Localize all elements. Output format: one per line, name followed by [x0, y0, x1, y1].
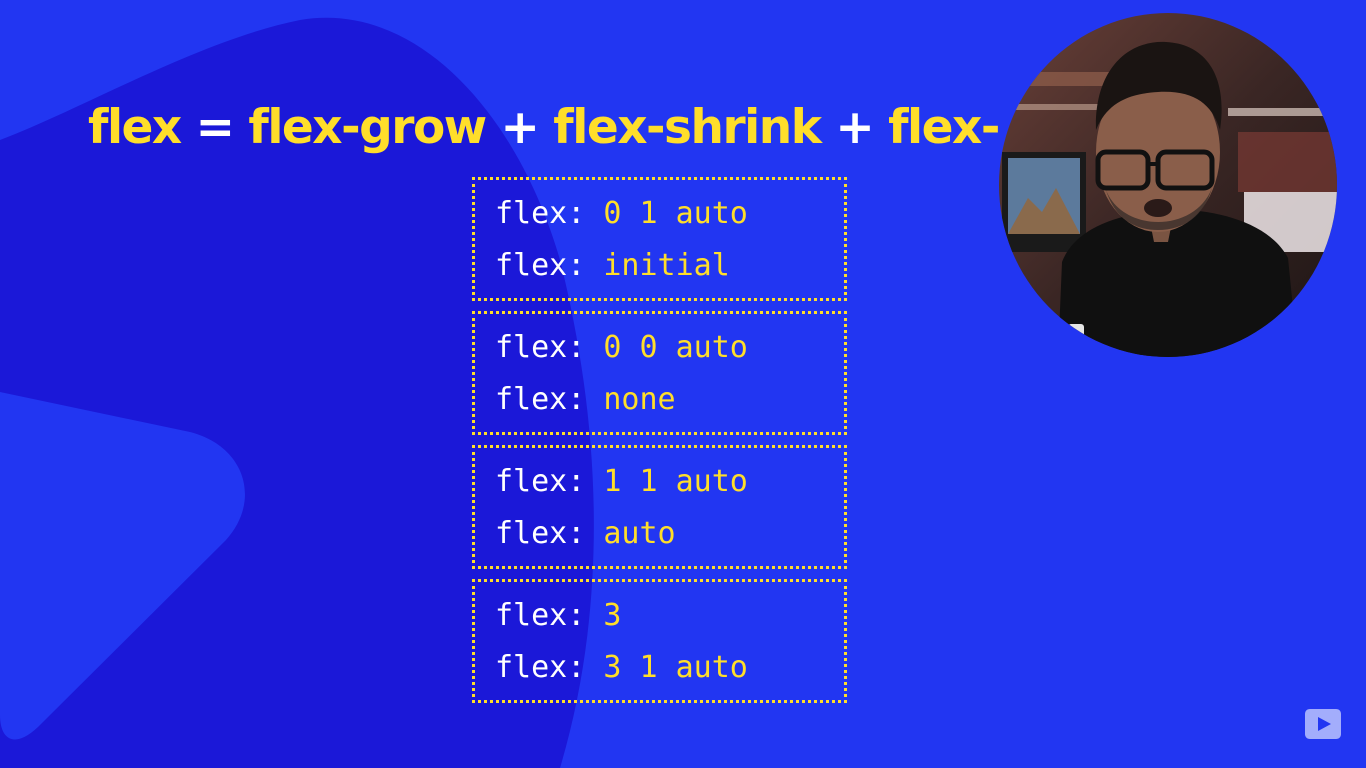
code-line: flex: 3 — [495, 590, 844, 642]
page-title: flex = flex-grow + flex-shrink + flex- — [88, 96, 1000, 160]
code-value: initial — [603, 248, 730, 283]
play-logo-icon — [1305, 709, 1341, 739]
headline-term: flex — [88, 100, 182, 155]
code-value: 3 1 auto — [603, 650, 748, 685]
code-property: flex: — [495, 598, 604, 633]
code-box: flex: 3 flex: 3 1 auto — [472, 579, 847, 703]
code-value: 0 1 auto — [603, 196, 748, 231]
code-property: flex: — [495, 464, 604, 499]
code-property: flex: — [495, 650, 604, 685]
code-value: auto — [603, 516, 676, 551]
code-box: flex: 1 1 auto flex: auto — [472, 445, 847, 569]
code-line: flex: auto — [495, 508, 844, 560]
presenter-webcam — [999, 13, 1337, 357]
code-property: flex: — [495, 330, 604, 365]
headline-term: flex-grow — [248, 100, 487, 155]
code-value: 0 0 auto — [603, 330, 748, 365]
code-property: flex: — [495, 382, 604, 417]
code-line: flex: 0 1 auto — [495, 188, 844, 240]
code-line: flex: initial — [495, 240, 844, 292]
headline-operator: = — [180, 100, 249, 155]
code-property: flex: — [495, 196, 604, 231]
code-examples: flex: 0 1 auto flex: initial flex: 0 0 aut… — [472, 177, 847, 713]
code-line: flex: 3 1 auto — [495, 642, 844, 694]
code-value: none — [603, 382, 676, 417]
code-property: flex: — [495, 248, 604, 283]
headline-term: flex-shrink — [553, 100, 822, 155]
headline-operator: + — [485, 100, 554, 155]
code-box: flex: 0 0 auto flex: none — [472, 311, 847, 435]
code-value: 3 — [603, 598, 622, 633]
code-line: flex: 0 0 auto — [495, 322, 844, 374]
headline-operator: + — [820, 100, 889, 155]
code-line: flex: none — [495, 374, 844, 426]
code-box: flex: 0 1 auto flex: initial — [472, 177, 847, 301]
code-property: flex: — [495, 516, 604, 551]
headline-term: flex- — [888, 100, 1000, 155]
code-value: 1 1 auto — [603, 464, 748, 499]
code-line: flex: 1 1 auto — [495, 456, 844, 508]
